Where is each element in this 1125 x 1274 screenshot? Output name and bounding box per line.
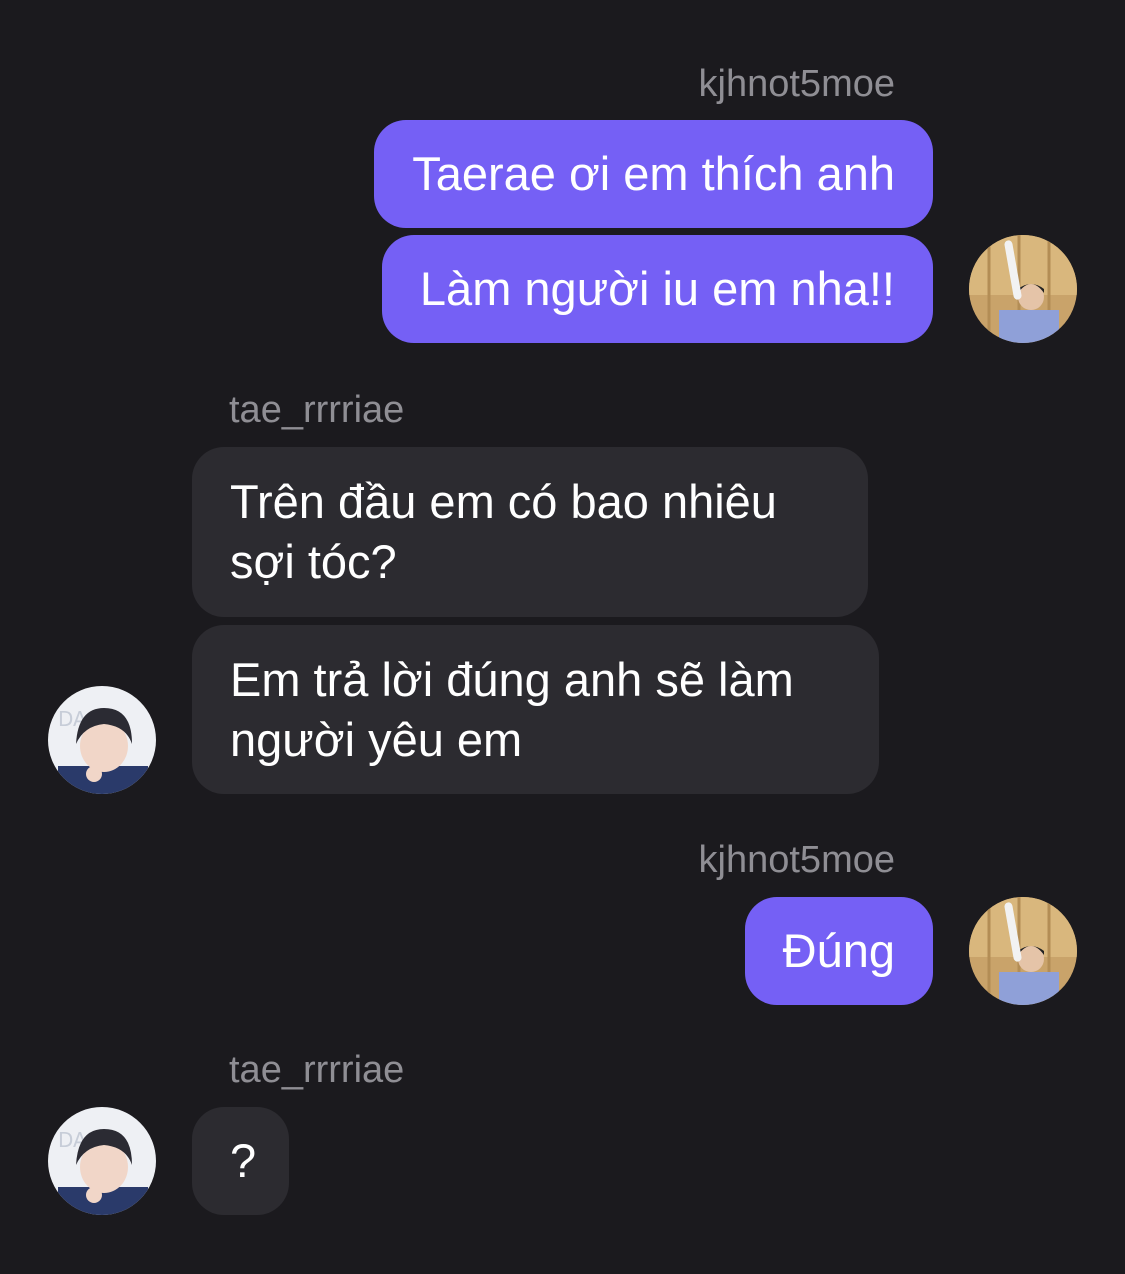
message-text: Đúng (782, 924, 895, 977)
contact-avatar[interactable]: DA (48, 686, 156, 794)
message-line: người yêu em (230, 712, 523, 766)
sender-username: tae_rrrriae (229, 1049, 405, 1091)
sender-username: tae_rrrriae (229, 389, 405, 431)
contact-avatar[interactable]: DA (48, 1107, 156, 1215)
message-bubble-sent[interactable]: Làm người iu em nha!! (381, 235, 933, 343)
user-avatar[interactable] (969, 897, 1077, 1005)
message-text: Em trả lời đúng anh sẽ làm người yêu em (230, 650, 794, 770)
message-bubble-sent[interactable]: Đúng (744, 897, 933, 1005)
avatar-photo-icon (969, 235, 1077, 343)
user-avatar[interactable] (969, 235, 1077, 343)
message-line: Trên đầu em có bao nhiêu (230, 475, 777, 528)
avatar-photo-icon (969, 897, 1077, 1005)
message-text: Trên đầu em có bao nhiêu sợi tóc? (230, 472, 777, 592)
message-text: ? (230, 1134, 257, 1187)
message-bubble-sent[interactable]: Taerae ơi em thích anh (374, 120, 933, 228)
sender-username: kjhnot5moe (698, 63, 895, 105)
message-bubble-received[interactable]: Trên đầu em có bao nhiêu sợi tóc? (192, 447, 868, 617)
message-line: sợi tóc? (230, 535, 397, 588)
avatar-photo-icon: DA (48, 686, 156, 794)
message-bubble-received[interactable]: Em trả lời đúng anh sẽ làm người yêu em (192, 625, 879, 794)
message-text: Làm người iu em nha!! (419, 262, 895, 315)
message-line: Em trả lời đúng anh sẽ làm (230, 652, 794, 706)
avatar-photo-icon: DA (48, 1107, 156, 1215)
message-text: Taerae ơi em thích anh (412, 147, 895, 200)
message-bubble-received[interactable]: ? (192, 1107, 289, 1215)
sender-username: kjhnot5moe (698, 839, 895, 881)
